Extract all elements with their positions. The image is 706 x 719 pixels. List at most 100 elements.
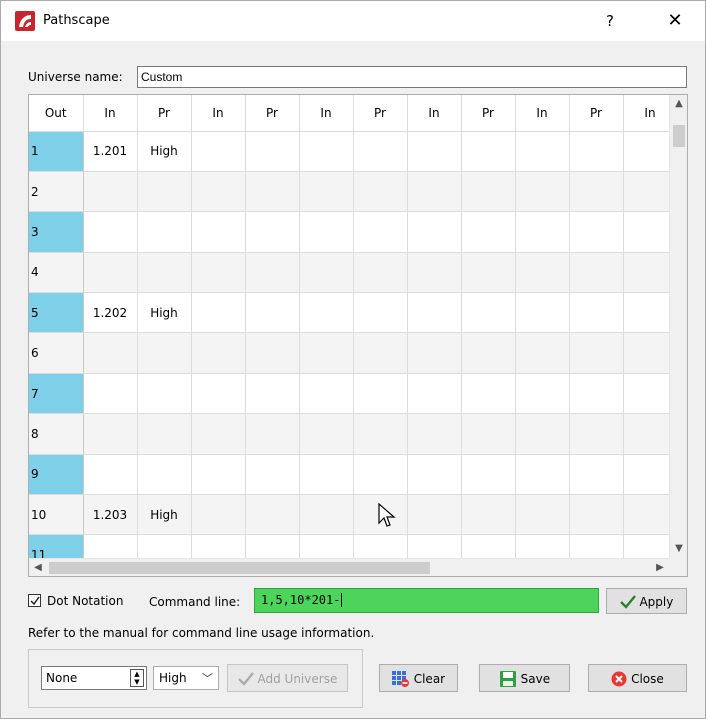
pr-cell[interactable] [137, 413, 192, 455]
grid-cell[interactable] [299, 131, 354, 172]
horizontal-scrollbar[interactable]: ◀ ▶ [29, 558, 669, 576]
column-header-in[interactable]: In [407, 95, 462, 132]
grid-cell[interactable] [353, 252, 408, 294]
help-button[interactable]: ? [598, 10, 622, 32]
grid-cell[interactable] [245, 131, 300, 172]
grid-cell[interactable] [353, 413, 408, 455]
grid-cell[interactable] [299, 252, 354, 294]
grid-cell[interactable] [461, 454, 516, 496]
pr-cell[interactable] [137, 332, 192, 374]
grid-cell[interactable] [245, 171, 300, 213]
grid-cell[interactable] [515, 131, 570, 172]
grid-cell[interactable] [353, 211, 408, 253]
grid-cell[interactable] [353, 171, 408, 213]
grid-cell[interactable] [515, 211, 570, 253]
close-button[interactable]: Close [588, 664, 687, 692]
in-cell[interactable] [83, 171, 138, 213]
pr-cell[interactable]: High [137, 494, 192, 536]
grid-cell[interactable] [299, 211, 354, 253]
window-close-button[interactable]: ✕ [661, 10, 689, 32]
grid-cell[interactable] [461, 211, 516, 253]
grid-cell[interactable] [353, 373, 408, 415]
column-header-in[interactable]: In [515, 95, 570, 132]
grid-cell[interactable] [299, 454, 354, 496]
grid-cell[interactable] [569, 332, 624, 374]
in-cell[interactable]: 1.201 [83, 131, 138, 172]
row-header-cell[interactable]: 10 [29, 494, 84, 536]
grid-cell[interactable] [407, 292, 462, 334]
grid-cell[interactable] [569, 373, 624, 415]
in-cell[interactable] [83, 373, 138, 415]
grid-cell[interactable] [245, 332, 300, 374]
row-header-cell[interactable]: 8 [29, 413, 84, 455]
priority-combobox[interactable]: High ﹀ [153, 666, 219, 690]
grid-cell[interactable] [299, 413, 354, 455]
column-header-pr[interactable]: Pr [353, 95, 408, 132]
row-header-cell[interactable]: 9 [29, 454, 84, 496]
grid-cell[interactable] [569, 131, 624, 172]
priority-spinbox[interactable]: None ▲ ▼ [41, 666, 147, 690]
grid-cell[interactable] [515, 373, 570, 415]
grid-cell[interactable] [515, 292, 570, 334]
grid-cell[interactable] [569, 211, 624, 253]
grid-cell[interactable] [569, 252, 624, 294]
grid-cell[interactable] [569, 413, 624, 455]
row-header-cell[interactable]: 5 [29, 292, 84, 334]
row-header-cell[interactable]: 4 [29, 252, 84, 294]
column-header-in[interactable]: In [299, 95, 354, 132]
grid-cell[interactable] [191, 332, 246, 374]
horizontal-scroll-thumb[interactable] [49, 562, 430, 574]
column-header-pr[interactable]: Pr [569, 95, 624, 132]
column-header-pr[interactable]: Pr [137, 95, 192, 132]
grid-cell[interactable] [407, 171, 462, 213]
grid-cell[interactable] [245, 454, 300, 496]
grid-cell[interactable] [353, 332, 408, 374]
grid-cell[interactable] [515, 494, 570, 536]
grid-cell[interactable] [515, 454, 570, 496]
grid-cell[interactable] [461, 332, 516, 374]
dot-notation-label[interactable]: Dot Notation [47, 594, 123, 608]
pr-cell[interactable]: High [137, 131, 192, 172]
grid-cell[interactable] [191, 454, 246, 496]
grid-cell[interactable] [191, 252, 246, 294]
grid-cell[interactable] [353, 454, 408, 496]
grid-cell[interactable] [515, 171, 570, 213]
grid-cell[interactable] [569, 292, 624, 334]
scroll-down-icon[interactable]: ▼ [670, 540, 687, 558]
in-cell[interactable] [83, 252, 138, 294]
column-header-pr[interactable]: Pr [245, 95, 300, 132]
grid-cell[interactable] [407, 494, 462, 536]
grid-cell[interactable] [515, 252, 570, 294]
grid-cell[interactable] [245, 252, 300, 294]
column-header-pr[interactable]: Pr [461, 95, 516, 132]
command-line-input[interactable]: 1,5,10*201- [254, 588, 599, 613]
scroll-right-icon[interactable]: ▶ [651, 559, 669, 576]
pr-cell[interactable] [137, 171, 192, 213]
in-cell[interactable] [83, 332, 138, 374]
grid-cell[interactable] [407, 413, 462, 455]
grid-cell[interactable] [569, 171, 624, 213]
patch-table[interactable]: Out In Pr In Pr In Pr In Pr In Pr In 1 1… [28, 94, 688, 577]
row-header-cell[interactable]: 2 [29, 171, 84, 213]
grid-cell[interactable] [407, 332, 462, 374]
add-universe-button[interactable]: Add Universe [227, 664, 348, 692]
in-cell[interactable] [83, 211, 138, 253]
grid-cell[interactable] [407, 131, 462, 172]
grid-cell[interactable] [515, 413, 570, 455]
row-header-cell[interactable]: 7 [29, 373, 84, 415]
grid-cell[interactable] [191, 413, 246, 455]
pr-cell[interactable] [137, 373, 192, 415]
grid-cell[interactable] [407, 373, 462, 415]
grid-cell[interactable] [515, 332, 570, 374]
grid-cell[interactable] [191, 171, 246, 213]
grid-cell[interactable] [461, 252, 516, 294]
grid-cell[interactable] [353, 292, 408, 334]
in-cell[interactable] [83, 454, 138, 496]
grid-cell[interactable] [407, 211, 462, 253]
universe-name-input[interactable] [137, 66, 687, 88]
grid-cell[interactable] [407, 454, 462, 496]
in-cell[interactable] [83, 413, 138, 455]
grid-cell[interactable] [191, 494, 246, 536]
grid-cell[interactable] [191, 292, 246, 334]
grid-cell[interactable] [299, 292, 354, 334]
